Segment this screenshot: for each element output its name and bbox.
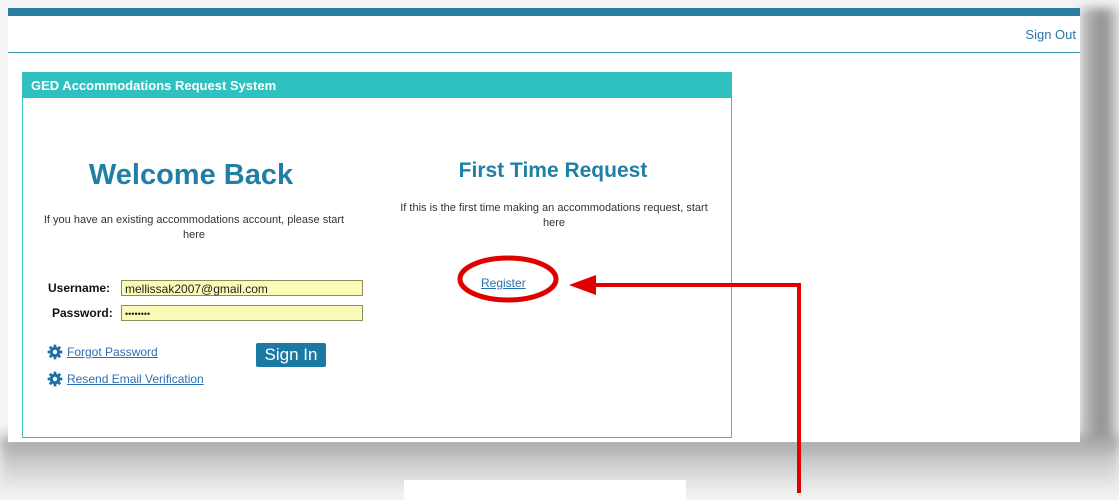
sign-in-button[interactable]: Sign In bbox=[256, 343, 326, 367]
first-time-description: If this is the first time making an acco… bbox=[400, 202, 708, 229]
username-label: Username: bbox=[48, 281, 111, 295]
screenshot-shadow-right bbox=[1080, 8, 1119, 448]
welcome-back-heading: Welcome Back bbox=[88, 159, 294, 191]
panel-title: GED Accommodations Request System bbox=[23, 73, 731, 98]
password-label: Password: bbox=[52, 306, 113, 320]
header-divider bbox=[8, 52, 1080, 53]
accommodations-panel: GED Accommodations Request System Welcom… bbox=[22, 72, 732, 438]
register-link[interactable]: Register bbox=[481, 276, 526, 290]
sign-out-link[interactable]: Sign Out bbox=[1025, 27, 1076, 42]
resend-email-verification-link[interactable]: Resend Email Verification bbox=[67, 372, 204, 386]
top-stripe bbox=[8, 8, 1080, 16]
first-time-heading: First Time Request bbox=[458, 159, 648, 182]
forgot-password-link[interactable]: Forgot Password bbox=[67, 345, 158, 359]
bottom-white-box bbox=[404, 480, 686, 500]
forgot-password-row[interactable]: Forgot Password bbox=[47, 344, 158, 360]
resend-verification-row[interactable]: Resend Email Verification bbox=[47, 371, 204, 387]
gear-icon bbox=[47, 371, 63, 387]
password-input[interactable]: •••••••• bbox=[121, 305, 363, 321]
username-input[interactable]: mellissak2007@gmail.com bbox=[121, 280, 363, 296]
gear-icon bbox=[47, 344, 63, 360]
welcome-description: If you have an existing accommodations a… bbox=[43, 214, 345, 241]
app-window: Sign Out GED Accommodations Request Syst… bbox=[8, 8, 1080, 442]
